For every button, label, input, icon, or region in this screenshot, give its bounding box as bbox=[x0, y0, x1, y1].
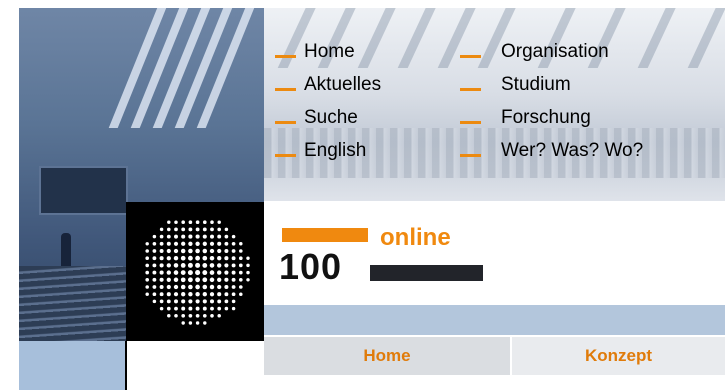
nav-dash-icon bbox=[460, 121, 481, 124]
brand-dark-bar bbox=[370, 265, 483, 281]
university-logo[interactable] bbox=[126, 202, 264, 341]
photo-board bbox=[39, 166, 128, 215]
left-blue-block bbox=[19, 341, 126, 390]
tab-home-label: Home bbox=[363, 346, 411, 365]
content-area bbox=[264, 375, 725, 390]
tab-konzept-label: Konzept bbox=[584, 346, 653, 365]
brand-online-label: online bbox=[380, 224, 451, 251]
nav-label: Organisation bbox=[501, 41, 609, 62]
brand-orange-bar bbox=[282, 228, 368, 242]
campus-photo-strip bbox=[264, 8, 725, 201]
nav-label: Suche bbox=[304, 107, 358, 128]
blue-band bbox=[264, 305, 725, 335]
nav-dash-icon bbox=[460, 55, 481, 58]
nav-dash-icon bbox=[460, 154, 481, 157]
strip-ray bbox=[437, 8, 481, 68]
nav-label: Forschung bbox=[501, 107, 591, 128]
tab-home[interactable]: Home bbox=[264, 337, 510, 375]
nav-dash-icon bbox=[275, 55, 296, 58]
nav-dash-icon bbox=[275, 88, 296, 91]
tab-konzept[interactable]: Konzept bbox=[512, 337, 725, 375]
nav-dash-icon bbox=[275, 154, 296, 157]
vertical-divider bbox=[125, 341, 127, 390]
strip-ray bbox=[687, 8, 725, 68]
nav-label: Aktuelles bbox=[304, 74, 382, 95]
nav-label: Wer? Was? Wo? bbox=[501, 140, 644, 161]
university-logo-icon bbox=[145, 220, 250, 325]
nav-dash-icon bbox=[275, 121, 296, 124]
strip-ray bbox=[397, 8, 441, 68]
strip-ray bbox=[357, 8, 401, 68]
nav-label: Home bbox=[304, 41, 355, 62]
strip-ray bbox=[637, 8, 681, 68]
nav-label: English bbox=[304, 140, 367, 161]
brand-number: 100 bbox=[279, 246, 343, 287]
nav-label: Studium bbox=[501, 74, 571, 95]
nav-dash-icon bbox=[460, 88, 481, 91]
